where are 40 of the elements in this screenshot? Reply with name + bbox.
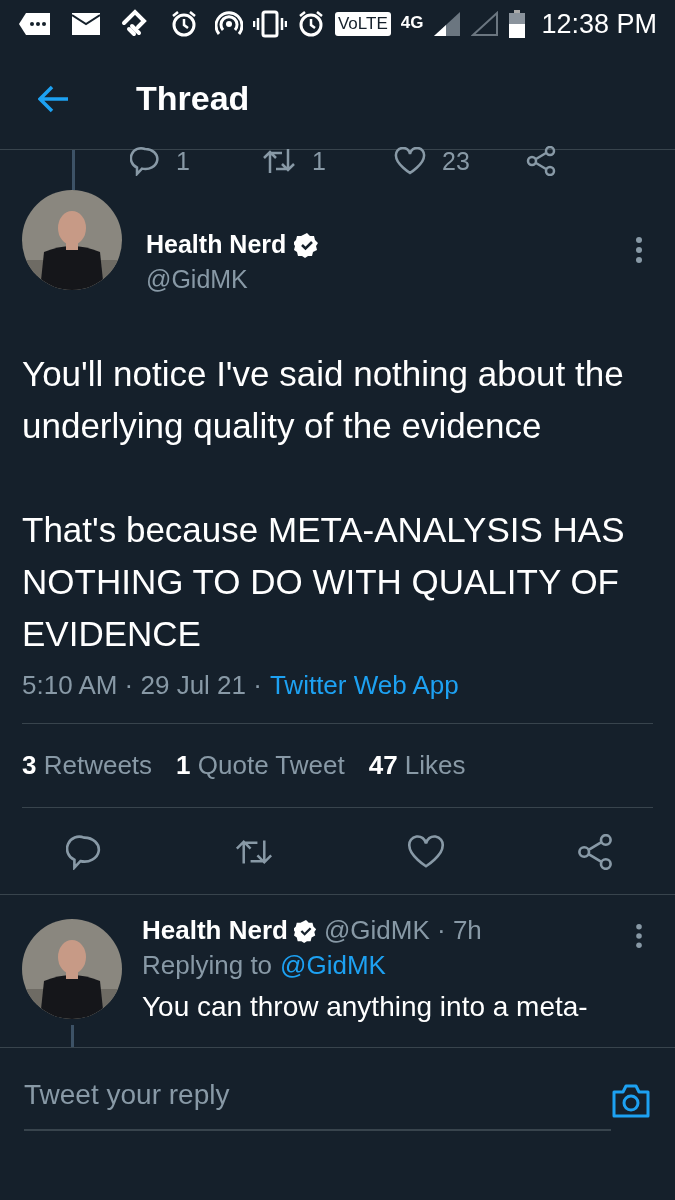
tweet-timestamp: 5:10 AM · 29 Jul 21 · xyxy=(22,670,262,701)
reply-input-field[interactable]: Tweet your reply xyxy=(24,1071,611,1131)
more-options-icon[interactable] xyxy=(635,923,643,949)
reply-count: 1 xyxy=(176,146,190,176)
retweet-icon[interactable] xyxy=(262,147,296,175)
camera-icon[interactable] xyxy=(611,1083,651,1119)
engagement-stat[interactable]: 1 Quote Tweet xyxy=(176,750,345,781)
engagement-stat[interactable]: 47 Likes xyxy=(368,750,466,781)
tweet-text: You'll notice I've said nothing about the underlying quality of the evidence xyxy=(22,353,625,447)
volte-indicator: VoLTE xyxy=(334,12,391,36)
like-count: 23 xyxy=(442,146,470,176)
retweet-count: 1 xyxy=(312,146,326,176)
alarm-icon xyxy=(170,10,198,38)
author-name[interactable]: Health Nerd xyxy=(142,915,288,946)
mention-link[interactable]: @GidMK xyxy=(280,950,386,981)
author-handle[interactable]: @GidMK xyxy=(146,265,635,294)
engagement-stat[interactable]: 3 Retweets xyxy=(22,750,153,781)
replying-label: Replying to xyxy=(142,950,273,981)
author-name[interactable]: Health Nerd xyxy=(146,230,287,259)
heart-icon[interactable] xyxy=(394,147,426,175)
clock-time: 12:38 PM xyxy=(541,8,657,40)
reply-icon[interactable] xyxy=(66,834,102,870)
heart-icon[interactable] xyxy=(406,835,445,869)
vibrate-icon xyxy=(252,10,287,38)
reply-icon[interactable] xyxy=(130,146,160,176)
signal-icon xyxy=(433,11,462,37)
source-link[interactable]: Twitter Web App xyxy=(269,670,459,701)
signal-icon xyxy=(471,11,500,37)
mail-icon xyxy=(72,13,100,35)
back-arrow-icon[interactable] xyxy=(38,84,70,113)
handle-and-time: @GidMK · 7h xyxy=(323,915,482,946)
battery-icon xyxy=(509,10,526,38)
reply-text: You can throw anything into a meta- xyxy=(142,991,589,1023)
more-options-icon[interactable] xyxy=(635,236,643,264)
tweet-text: That's because META-ANALYSIS HAS NOTHING TO DO WITH QUALITY OF EVIDENCE xyxy=(22,509,626,655)
network-type: 4G xyxy=(400,12,424,33)
page-title: Thread xyxy=(136,79,250,118)
share-icon[interactable] xyxy=(526,146,556,176)
share-icon[interactable] xyxy=(577,834,613,870)
chat-icon xyxy=(18,11,52,37)
